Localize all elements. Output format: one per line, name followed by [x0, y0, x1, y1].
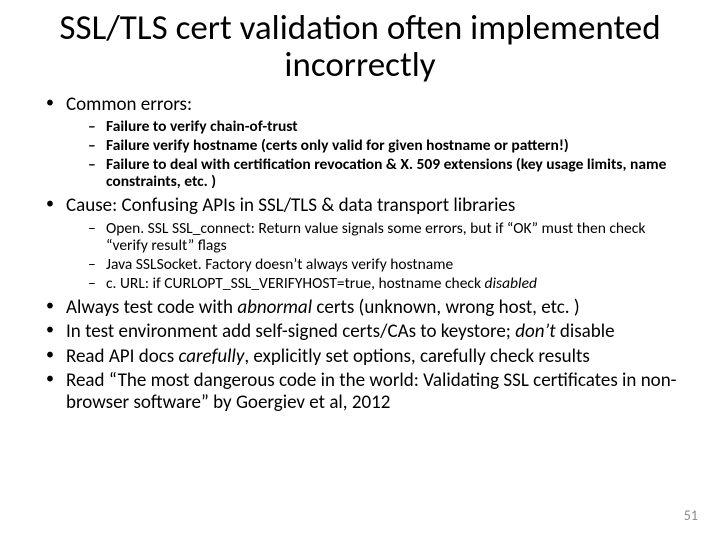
italic-text: don’t	[515, 320, 555, 343]
bullet-text: Common errors:	[66, 93, 192, 116]
slide-title: SSL/TLS cert validation often implemente…	[30, 10, 690, 84]
bullet-list: Common errors: Failure to verify chain-o…	[40, 94, 690, 415]
italic-text: abnormal	[237, 296, 312, 319]
sub-list-errors: Failure to verify chain-of-trust Failure…	[88, 118, 690, 191]
bullet-text: Cause: Confusing APIs in SSL/TLS & data …	[66, 194, 515, 217]
bullet-test-abnormal: Always test code with abnormal certs (un…	[40, 297, 690, 319]
page-number: 51	[684, 507, 698, 524]
bullet-cause: Cause: Confusing APIs in SSL/TLS & data …	[40, 195, 690, 293]
bullet-text: Read API docs	[66, 345, 178, 368]
italic-text: disabled	[485, 274, 537, 293]
bullet-common-errors: Common errors: Failure to verify chain-o…	[40, 94, 690, 192]
sub-bullet: Java SSLSocket. Factory doesn’t always v…	[88, 256, 690, 274]
bullet-text: , explicitly set options, carefully chec…	[244, 345, 589, 368]
sub-bullet: Failure to verify chain-of-trust	[88, 118, 690, 136]
bullet-read-docs: Read API docs carefully, explicitly set …	[40, 346, 690, 368]
sub-list-cause: Open. SSL SSL_connect: Return value sign…	[88, 220, 690, 293]
bullet-text: In test environment add self-signed cert…	[66, 320, 515, 343]
bullet-text: certs (unknown, wrong host, etc. )	[312, 296, 580, 319]
sub-bullet: c. URL: if CURLOPT_SSL_VERIFYHOST=true, …	[88, 275, 690, 293]
sub-bullet: Failure to deal with certification revoc…	[88, 156, 690, 192]
sub-bullet: Failure verify hostname (certs only vali…	[88, 137, 690, 155]
bullet-paper-ref: Read “The most dangerous code in the wor…	[40, 370, 690, 415]
bullet-text: disable	[556, 320, 615, 343]
bullet-text: Always test code with	[66, 296, 237, 319]
bullet-keystore: In test environment add self-signed cert…	[40, 321, 690, 343]
sub-bullet: Open. SSL SSL_connect: Return value sign…	[88, 220, 690, 256]
slide: SSL/TLS cert validation often implemente…	[0, 0, 720, 540]
italic-text: carefully	[178, 345, 244, 368]
sub-text: c. URL: if CURLOPT_SSL_VERIFYHOST=true, …	[106, 274, 485, 293]
